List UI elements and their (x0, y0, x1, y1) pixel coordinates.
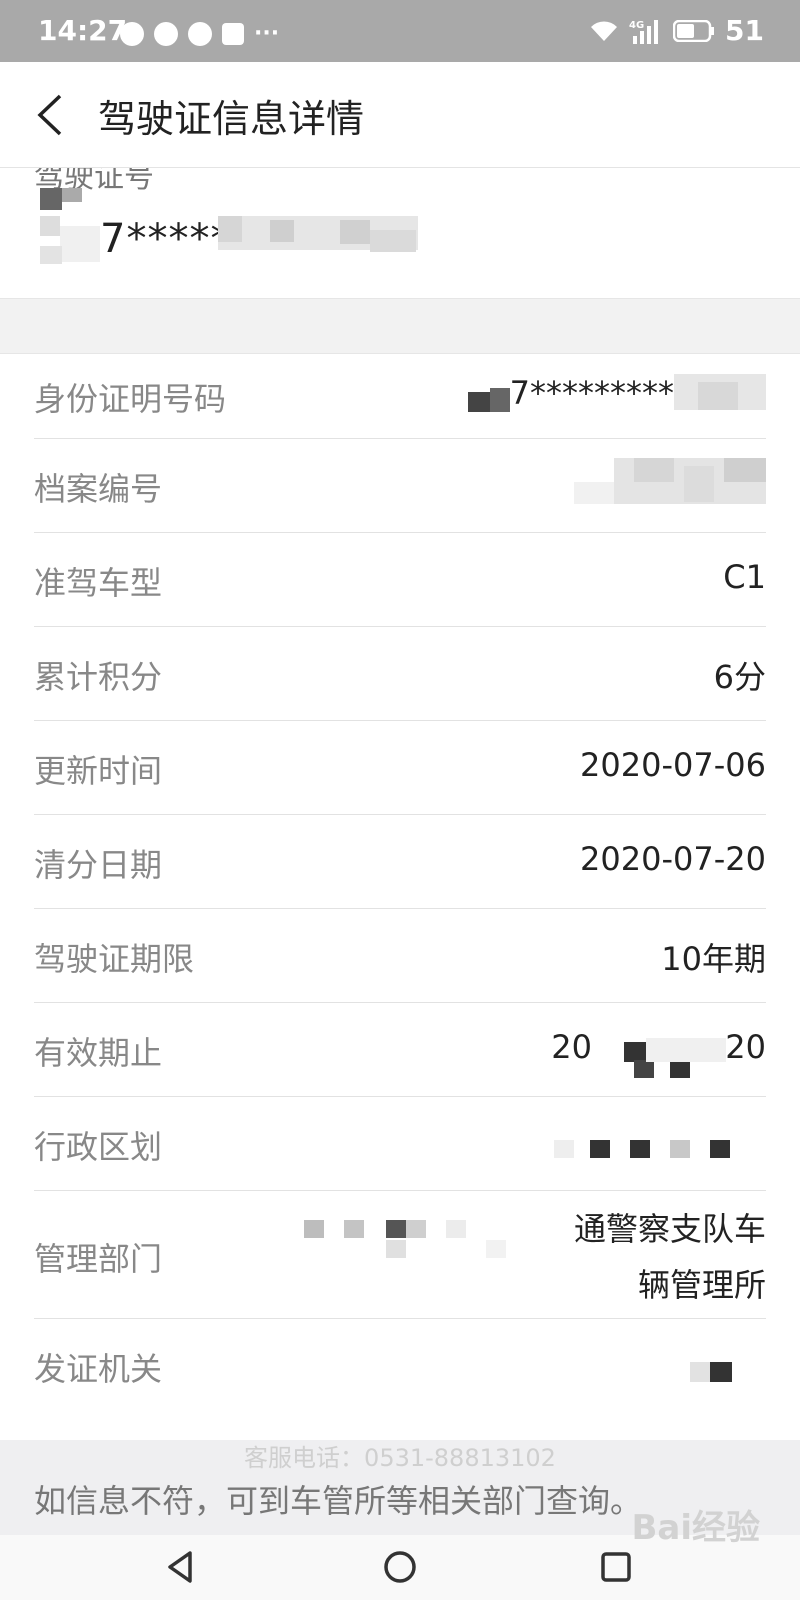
info-row-id-number: 身份证明号码 7********* (34, 352, 766, 439)
row-label: 档案编号 (34, 470, 163, 508)
row-value-end: 20 (725, 1028, 766, 1066)
chat-bubble-icon (120, 22, 144, 46)
row-value-start: 20 (551, 1028, 592, 1066)
row-label: 更新时间 (34, 752, 163, 790)
chevron-left-icon (37, 94, 62, 136)
app-header: 驾驶证信息详情 (0, 62, 800, 168)
row-label: 发证机关 (34, 1350, 163, 1388)
row-value: 7********* (509, 374, 674, 412)
nav-recents-button[interactable] (596, 1547, 636, 1587)
battery-level: 51 (725, 14, 764, 47)
circle-home-icon (384, 1551, 416, 1583)
notification-icons: ··· (120, 22, 279, 46)
row-label: 管理部门 (34, 1240, 163, 1278)
nav-home-button[interactable] (380, 1547, 420, 1587)
license-number-value: 7***** (100, 216, 232, 262)
row-label: 累计积分 (34, 658, 163, 696)
row-value-line2: 辆管理所 (637, 1266, 766, 1304)
info-row-issuing-authority: 发证机关 (34, 1318, 766, 1412)
info-row-clear-date: 清分日期 2020-07-20 (34, 814, 766, 909)
info-row-management-dept: 管理部门 通警察支队车 辆管理所 (34, 1190, 766, 1319)
triangle-back-icon (168, 1551, 192, 1583)
footer-notice: 如信息不符，可到车管所等相关部门查询。 (34, 1482, 643, 1520)
status-time: 14:27 (38, 14, 128, 47)
back-button[interactable] (30, 90, 74, 140)
wifi-icon (589, 19, 619, 43)
status-bar: 14:27 ··· 4G 51 (0, 0, 800, 62)
wechat-icon (188, 22, 212, 46)
status-right: 4G 51 (589, 14, 764, 47)
info-row-admin-region: 行政区划 (34, 1096, 766, 1191)
app-notification-icon (222, 23, 244, 45)
row-value: 2020-07-06 (580, 746, 766, 784)
page-title: 驾驶证信息详情 (98, 97, 365, 141)
baidu-watermark: Bai经验 (631, 1508, 760, 1548)
info-row-update-time: 更新时间 2020-07-06 (34, 720, 766, 815)
row-label: 身份证明号码 (34, 380, 227, 418)
row-value: 6分 (713, 658, 766, 696)
row-label: 驾驶证期限 (34, 940, 195, 978)
battery-icon (673, 19, 715, 42)
row-label: 行政区划 (34, 1128, 163, 1166)
info-row-file-number: 档案编号 (34, 438, 766, 533)
service-phone[interactable]: 客服电话：0531-88813102 (0, 1438, 800, 1473)
message-icon (154, 22, 178, 46)
row-value-line1: 通警察支队车 (573, 1210, 766, 1248)
row-label: 有效期止 (34, 1034, 163, 1072)
section-divider (0, 298, 800, 354)
square-recents-icon (601, 1552, 631, 1582)
row-value: 2020-07-20 (580, 840, 766, 878)
info-row-valid-until: 有效期止 20 20 (34, 1002, 766, 1097)
row-label: 清分日期 (34, 846, 163, 884)
license-number-section: 驾驶证号 7***** (0, 168, 800, 298)
info-row-vehicle-class: 准驾车型 C1 (34, 532, 766, 627)
more-notifications-icon: ··· (254, 21, 280, 46)
row-value: 10年期 (661, 940, 766, 978)
info-row-license-term: 驾驶证期限 10年期 (34, 908, 766, 1003)
info-row-points: 累计积分 6分 (34, 626, 766, 721)
nav-back-button[interactable] (160, 1547, 200, 1587)
signal-icon: 4G (629, 18, 663, 44)
row-value: C1 (723, 558, 766, 596)
network-type-label: 4G (629, 20, 644, 31)
row-label: 准驾车型 (34, 564, 163, 602)
